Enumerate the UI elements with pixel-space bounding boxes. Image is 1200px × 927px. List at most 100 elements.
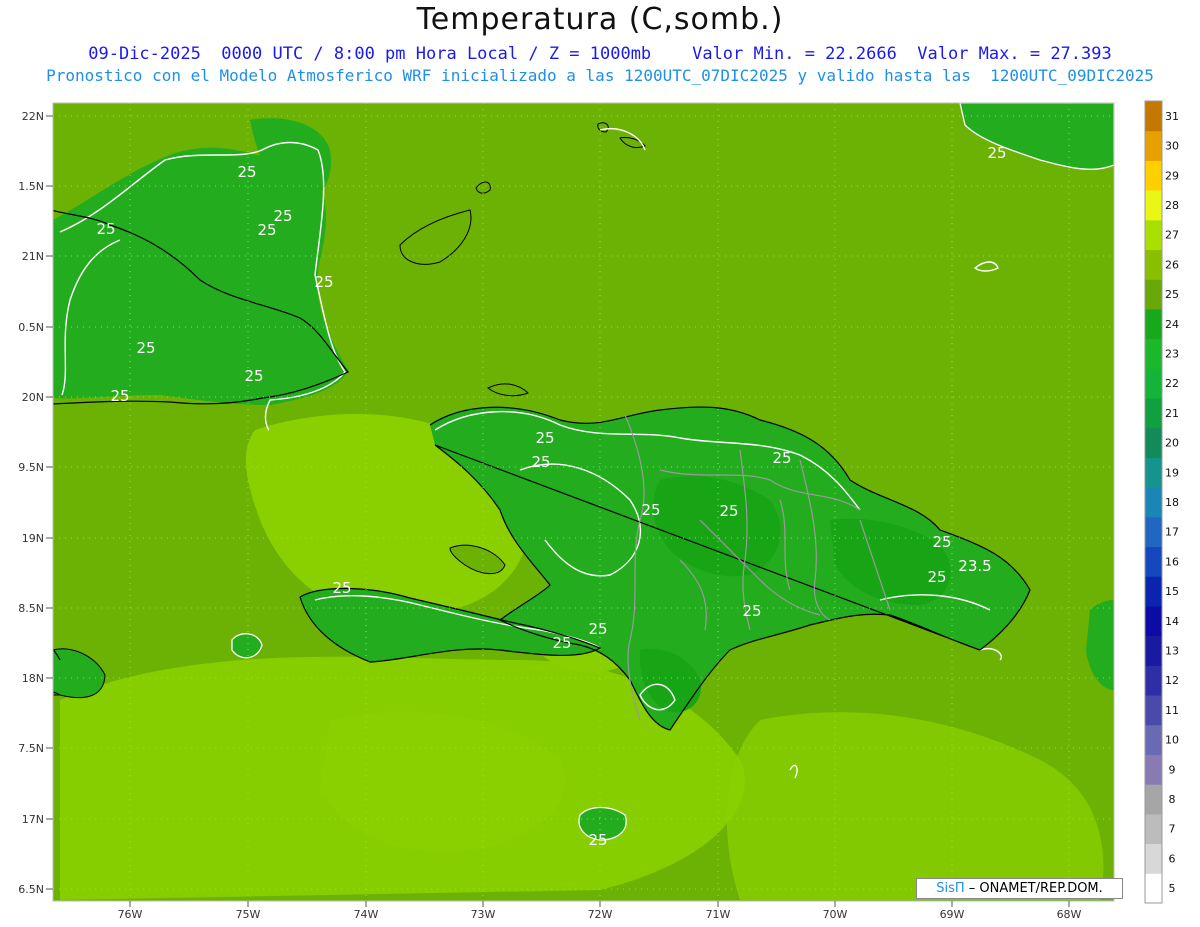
colorbar-label: 9 [1169, 763, 1176, 776]
colorbar-label: 5 [1169, 882, 1176, 895]
colorbar-label: 17 [1165, 526, 1179, 539]
contour-value-label: 25 [932, 533, 951, 551]
colorbar-swatch [1145, 605, 1162, 637]
contour-value-label: 25 [531, 453, 550, 471]
longitude-label: 69W [940, 908, 965, 921]
contour-value-label: 25 [110, 387, 129, 405]
contour-value-label: 25 [244, 367, 263, 385]
colorbar-swatch [1145, 546, 1162, 577]
contour-value-label: 25 [136, 339, 155, 357]
jamaica-west-islet [231, 633, 263, 659]
latitude-label: 1.5N [18, 180, 44, 193]
latitude-label: 18N [22, 672, 44, 685]
colorbar-label: 23 [1165, 347, 1179, 360]
contour-value-label: 25 [588, 831, 607, 849]
colorbar-swatch [1145, 487, 1162, 518]
latitude-label: 0.5N [18, 321, 44, 334]
colorbar-label: 26 [1165, 258, 1179, 271]
colorbar-label: 30 [1165, 140, 1179, 153]
colorbar-label: 19 [1165, 466, 1179, 479]
colorbar-swatch [1145, 843, 1162, 874]
latitude-label: 9.5N [18, 461, 44, 474]
contour-value-label: 25 [257, 221, 276, 239]
longitude-label: 70W [823, 908, 848, 921]
contour-value-label: 25 [535, 429, 554, 447]
colorbar-swatch [1145, 724, 1162, 755]
contour-value-label: 25 [237, 163, 256, 181]
longitude-label: 73W [471, 908, 496, 921]
colorbar-swatch [1145, 398, 1162, 429]
colorbar-swatch [1145, 665, 1162, 696]
latitude-axis: 22N 1.5N 21N 0.5N 20N 9.5N 19N 8.5N 18N 7.5N 17N 6.… [18, 110, 53, 896]
colorbar-label: 29 [1165, 169, 1179, 182]
longitude-label: 72W [588, 908, 613, 921]
latitude-label: 19N [22, 532, 44, 545]
contour-value-label: 25 [314, 273, 333, 291]
contour-value-label: 25 [588, 620, 607, 638]
plot-area: 25 25 25 25 25 25 25 25 25 25 25 25 25 25 25 25 25 25 25 23… [53, 103, 1114, 901]
contour-value-label: 25 [927, 568, 946, 586]
colorbar-swatch [1145, 249, 1162, 280]
colorbar-label: 8 [1169, 793, 1176, 806]
contour-value-label: 25 [332, 579, 351, 597]
longitude-label: 75W [236, 908, 261, 921]
latitude-label: 22N [22, 110, 44, 123]
contour-value-label: 25 [96, 220, 115, 238]
colorbar-label: 21 [1165, 407, 1179, 420]
colorbar-label: 7 [1169, 823, 1176, 836]
colorbar-swatch [1145, 279, 1162, 310]
longitude-axis: 76W 75W 74W 73W 72W 71W 70W 69W 68W [118, 901, 1082, 921]
colorbar-label: 22 [1165, 377, 1179, 390]
colorbar-label: 15 [1165, 585, 1179, 598]
colorbar-swatch [1145, 576, 1162, 607]
colorbar-label: 18 [1165, 496, 1179, 509]
contour-value-label: 25 [742, 602, 761, 620]
colorbar-swatch [1145, 695, 1162, 726]
contour-value-label: 25 [552, 634, 571, 652]
colorbar-label: 12 [1165, 674, 1179, 687]
colorbar-label: 28 [1165, 199, 1179, 212]
contour-value-label: 25 [772, 449, 791, 467]
colorbar-swatch [1145, 427, 1162, 458]
colorbar-label: 14 [1165, 615, 1179, 628]
longitude-label: 68W [1057, 908, 1082, 921]
colorbar-swatch [1145, 784, 1162, 815]
colorbar-label: 6 [1169, 852, 1176, 865]
colorbar-swatch [1145, 754, 1162, 785]
colorbar-label: 16 [1165, 555, 1179, 568]
colorbar-swatch [1145, 873, 1162, 904]
longitude-label: 74W [354, 908, 379, 921]
colorbar-label: 20 [1165, 437, 1179, 450]
colorbar-label: 31 [1165, 110, 1179, 123]
colorbar-swatch [1145, 219, 1162, 251]
colorbar-swatch [1145, 368, 1162, 399]
colorbar-swatch [1145, 457, 1162, 488]
colorbar-label: 10 [1165, 734, 1179, 747]
latitude-label: 6.5N [18, 883, 44, 896]
latitude-label: 8.5N [18, 602, 44, 615]
colorbar-swatch [1145, 101, 1162, 132]
contour-value-label: 23.5 [958, 557, 991, 575]
colorbar-swatch [1145, 160, 1162, 191]
colorbar-label: 27 [1165, 229, 1179, 242]
colorbar-label: 13 [1165, 645, 1179, 658]
colorbar-swatch [1145, 635, 1162, 666]
contour-value-label: 25 [719, 502, 738, 520]
sispi-brand: SisΠ [936, 881, 965, 896]
contour-value-label: 25 [987, 144, 1006, 162]
colorbar-label: 24 [1165, 318, 1179, 331]
colorbar-label: 11 [1165, 704, 1179, 717]
latitude-label: 20N [22, 391, 44, 404]
colorbar-swatch [1145, 516, 1162, 548]
colorbar-label: 25 [1165, 288, 1179, 301]
colorbar-swatch [1145, 813, 1162, 845]
latitude-label: 17N [22, 813, 44, 826]
temperature-map: 25 25 25 25 25 25 25 25 25 25 25 25 25 25 25 25 25 25 25 23… [18, 100, 1179, 921]
credit-text: – ONAMET/REP.DOM. [968, 881, 1103, 896]
colorbar-swatch [1145, 190, 1162, 221]
contour-value-label: 25 [641, 501, 660, 519]
colorbar: 5 6 7 8 9 10 11 12 13 14 15 16 17 18 19 20 21 22 23 24 25 26 2… [1144, 100, 1179, 904]
latitude-label: 21N [22, 250, 44, 263]
colorbar-swatch [1145, 308, 1162, 340]
longitude-label: 71W [706, 908, 731, 921]
